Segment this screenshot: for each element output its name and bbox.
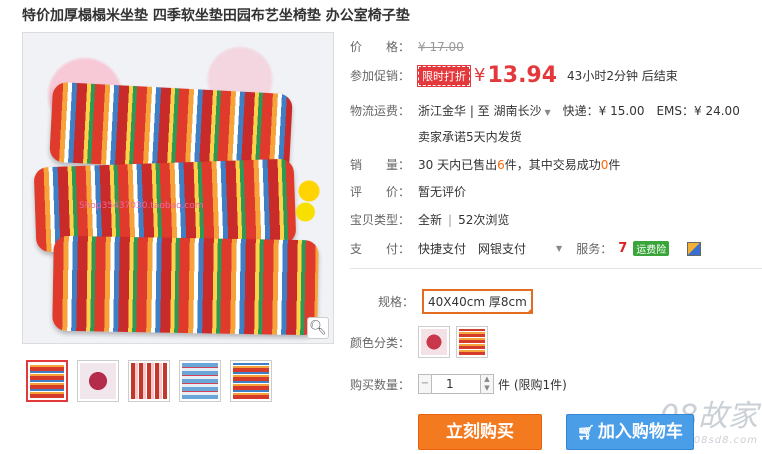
payment-row: 支 付： 快捷支付 网银支付 ▼ 服务： 7 运费险 — [350, 240, 702, 257]
rating-value: 暂无评价 — [418, 185, 467, 199]
sales-sold-count: 6 — [497, 157, 505, 172]
quantity-row: 购买数量： − 1 ▲ ▼ 件 (限购1件) — [350, 374, 567, 394]
quantity-unit: 件 (限购1件) — [498, 377, 567, 392]
spec-option-selected[interactable]: 40X40cm 厚8cm — [422, 289, 533, 314]
promo-badge: 限时打折 — [417, 64, 471, 87]
payment-more-dropdown[interactable]: ▼ — [556, 244, 562, 253]
color-row: 颜色分类： — [350, 326, 494, 358]
payment-method-express: 快捷支付 — [418, 242, 467, 256]
service-label: 服务： — [576, 242, 613, 256]
thumbnail-image — [30, 364, 64, 398]
quantity-input[interactable]: 1 — [432, 374, 480, 394]
sales-success-count: 0 — [600, 157, 609, 172]
thumbnail-image — [80, 363, 116, 399]
price-label: 价 格： — [350, 40, 411, 54]
add-to-cart-button[interactable]: 🛒︎ 加入购物车 — [566, 414, 694, 450]
quantity-increase-button[interactable]: ▲ ▼ — [480, 374, 494, 394]
consumer-protection-icon[interactable] — [687, 241, 702, 256]
quantity-decrease-button[interactable]: − — [418, 374, 432, 394]
thumbnail-4[interactable] — [179, 360, 221, 402]
sales-row: 销 量： 30 天内已售出 6 件，其中交易成功 0 件 — [350, 156, 620, 173]
cart-icon: 🛒︎ — [577, 425, 595, 441]
express-fee: 快递：¥ 15.00 — [562, 104, 645, 118]
spec-row: 规格： 40X40cm 厚8cm — [350, 289, 533, 314]
shipping-label: 物流运费： — [350, 104, 411, 118]
currency-symbol: ¥ — [474, 65, 486, 86]
promo-label: 参加促销： — [350, 69, 411, 83]
thumbnail-image — [131, 363, 167, 399]
shipping-promise: 卖家承诺5天内发货 — [418, 130, 522, 144]
swatch-image — [459, 329, 485, 355]
color-label: 颜色分类： — [350, 335, 411, 350]
add-to-cart-label: 加入购物车 — [597, 422, 683, 442]
thumbnail-1[interactable] — [26, 360, 68, 402]
thumbnail-3[interactable] — [128, 360, 170, 402]
sales-middle: 件，其中交易成功 — [504, 158, 601, 172]
rating-row: 评 价： 暂无评价 — [350, 183, 466, 200]
product-title: 特价加厚榻榻米坐垫 四季软坐垫田园布艺坐椅垫 办公室椅子垫 — [22, 8, 410, 24]
color-option-1[interactable] — [418, 326, 450, 358]
main-product-image[interactable]: Shop35437030.taobao.com 🔍︎ — [22, 32, 334, 344]
sales-label: 销 量： — [350, 158, 411, 172]
thumbnail-image — [182, 363, 218, 399]
rating-label: 评 价： — [350, 185, 411, 199]
flower-decoration — [291, 173, 327, 233]
payment-label: 支 付： — [350, 242, 411, 256]
item-type-row: 宝贝类型： 全新 | 52次浏览 — [350, 211, 509, 228]
swatch-image — [421, 329, 447, 355]
magnifier-icon[interactable]: 🔍︎ — [307, 317, 329, 339]
thumbnail-5[interactable] — [230, 360, 272, 402]
shipping-row: 物流运费： 浙江金华 | 至 湖南长沙 ▼ 快递：¥ 15.00 EMS：¥ 24… — [350, 102, 740, 119]
promo-row: 参加促销： 限时打折 ¥ 13.94 43小时2分钟 后结束 — [350, 63, 678, 88]
item-condition: 全新 — [418, 213, 443, 227]
shipping-route: 浙江金华 | 至 湖南长沙 — [418, 104, 542, 118]
quantity-stepper: − 1 ▲ ▼ — [418, 374, 494, 394]
promo-price: 13.94 — [487, 63, 558, 88]
divider: | — [448, 212, 453, 227]
seven-day-return-icon[interactable]: 7 — [618, 241, 627, 256]
color-option-2[interactable] — [456, 326, 488, 358]
sales-suffix: 件 — [608, 158, 621, 172]
item-views: 52次浏览 — [458, 213, 510, 227]
shop-watermark: Shop35437030.taobao.com — [79, 201, 204, 211]
thumbnail-2[interactable] — [77, 360, 119, 402]
ems-fee: EMS：¥ 24.00 — [656, 104, 740, 118]
price-row: 价 格： ¥ 17.00 — [350, 38, 464, 55]
original-price: ¥ 17.00 — [418, 39, 464, 54]
shipping-insurance-badge[interactable]: 运费险 — [633, 241, 670, 256]
buy-now-button[interactable]: 立刻购买 — [418, 414, 542, 450]
section-divider — [350, 268, 762, 269]
sales-prefix: 30 天内已售出 — [418, 158, 498, 172]
chevron-down-icon: ▼ — [544, 108, 551, 117]
payment-method-bank: 网银支付 — [478, 242, 527, 256]
item-type-label: 宝贝类型： — [350, 213, 411, 227]
shipping-destination-dropdown[interactable]: 浙江金华 | 至 湖南长沙 ▼ — [418, 102, 551, 119]
quantity-label: 购买数量： — [350, 377, 411, 392]
thumbnail-strip — [26, 360, 272, 402]
cushion-bottom — [52, 235, 319, 336]
spec-label: 规格： — [377, 295, 414, 309]
promo-countdown: 43小时2分钟 后结束 — [567, 69, 678, 83]
thumbnail-image — [233, 363, 269, 399]
